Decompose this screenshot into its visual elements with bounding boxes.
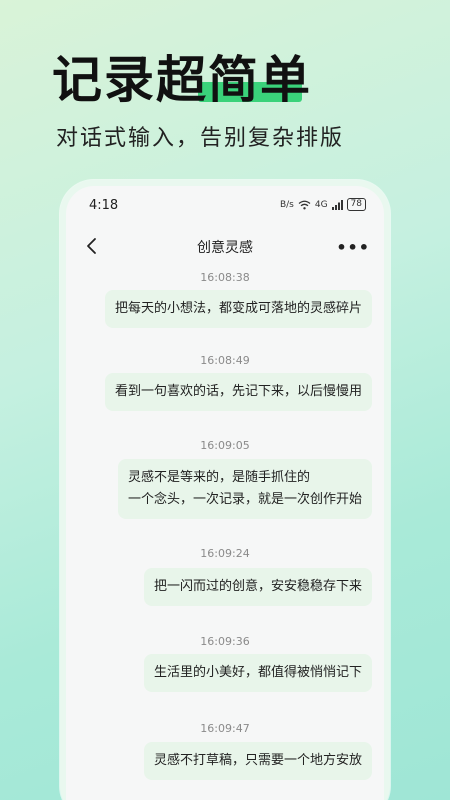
message-text: 看到一句喜欢的话，先记下来，以后慢慢用 bbox=[114, 384, 362, 399]
nav-bar: 创意灵感 ••• bbox=[66, 226, 384, 266]
wifi-icon bbox=[298, 200, 311, 209]
message-bubble[interactable]: 把一闪而过的创意，安安稳稳存下来 bbox=[143, 568, 372, 606]
hero-subtitle: 对话式输入，告别复杂排版 bbox=[56, 126, 345, 151]
message-text: 把一闪而过的创意，安安稳稳存下来 bbox=[153, 579, 362, 594]
message-text: 灵感不打草稿，只需要一个地方安放 bbox=[153, 753, 362, 768]
network-speed-label: B/s bbox=[279, 199, 294, 210]
message-time: 16:09:05 bbox=[200, 439, 250, 452]
phone-frame: 4:18 B/s 4G 78 创意灵感 ••• 16:08:38 把每天的小想法… bbox=[60, 180, 390, 800]
message-time: 16:09:47 bbox=[200, 722, 250, 735]
message-text: 灵感不是等来的，是随手抓住的 bbox=[127, 470, 310, 485]
hero-title: 记录超简单 bbox=[52, 51, 312, 109]
message-time: 16:08:38 bbox=[200, 271, 250, 284]
message-text: 把每天的小想法，都变成可落地的灵感碎片 bbox=[114, 301, 362, 316]
signal-label: 4G bbox=[314, 199, 328, 210]
message-bubble[interactable]: 看到一句喜欢的话，先记下来，以后慢慢用 bbox=[104, 373, 372, 411]
message-bubble[interactable]: 灵感不是等来的，是随手抓住的 一个念头，一次记录，就是一次创作开始 bbox=[117, 459, 372, 519]
signal-icon bbox=[331, 199, 343, 210]
more-icon[interactable]: ••• bbox=[336, 238, 370, 257]
status-bar: 4:18 B/s 4G 78 bbox=[66, 186, 384, 226]
phone-screen: 4:18 B/s 4G 78 创意灵感 ••• 16:08:38 把每天的小想法… bbox=[66, 186, 384, 800]
message-time: 16:08:49 bbox=[200, 354, 250, 367]
message-bubble[interactable]: 灵感不打草稿，只需要一个地方安放 bbox=[143, 742, 372, 780]
message-bubble[interactable]: 把每天的小想法，都变成可落地的灵感碎片 bbox=[104, 290, 372, 328]
status-time: 4:18 bbox=[89, 198, 119, 213]
message-text: 生活里的小美好，都值得被悄悄记下 bbox=[153, 665, 362, 680]
message-text: 一个念头，一次记录，就是一次创作开始 bbox=[127, 492, 362, 507]
message-time: 16:09:36 bbox=[200, 635, 250, 648]
battery-icon: 78 bbox=[346, 198, 366, 211]
message-time: 16:09:24 bbox=[200, 547, 250, 560]
status-icons: B/s 4G 78 bbox=[280, 198, 366, 211]
message-bubble[interactable]: 生活里的小美好，都值得被悄悄记下 bbox=[143, 654, 372, 692]
